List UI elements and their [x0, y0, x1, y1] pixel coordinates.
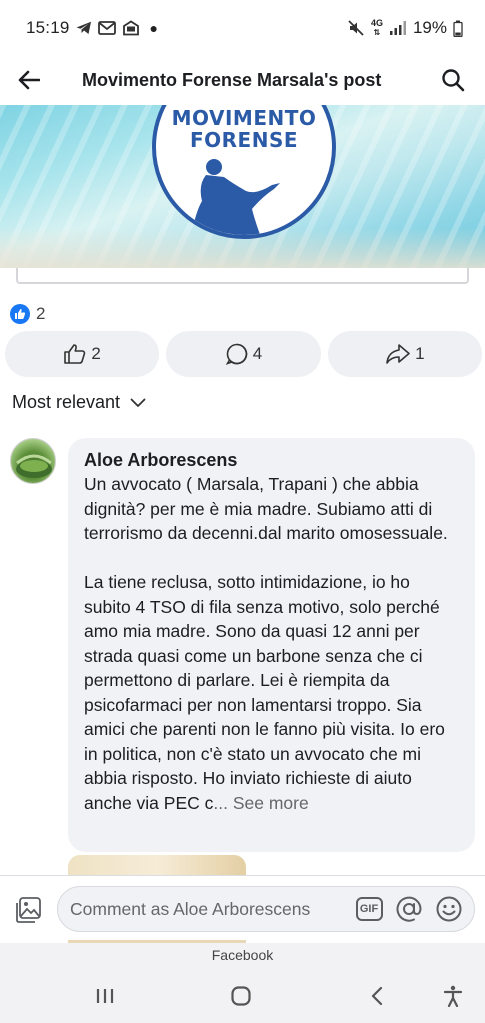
comment-bubble[interactable]: Aloe Arborescens Un avvocato ( Marsala, …	[68, 438, 475, 852]
like-button[interactable]: 2	[5, 331, 160, 377]
page-title: Movimento Forense Marsala's post	[82, 69, 382, 90]
notification-dot-icon: ●	[149, 20, 159, 36]
comment-composer: Comment as Aloe Arborescens GIF	[0, 875, 485, 943]
search-button[interactable]	[431, 56, 475, 104]
post-actions: 2 4 1	[5, 331, 482, 377]
gif-button[interactable]: GIF	[354, 894, 384, 924]
accessibility-button[interactable]	[433, 981, 473, 1011]
comment-button[interactable]: 4	[166, 331, 321, 377]
comment-count: 4	[252, 344, 263, 363]
home-icon	[231, 986, 251, 1006]
add-photo-button[interactable]	[12, 894, 44, 926]
system-app-label: Facebook	[211, 947, 274, 963]
status-right: 4G ⇅ 19%	[347, 18, 463, 38]
recent-apps-button[interactable]	[85, 981, 125, 1011]
network-type: 4G ⇅	[370, 18, 383, 38]
gif-icon: GIF	[355, 897, 383, 921]
back-button[interactable]	[0, 56, 58, 104]
comment-sort-dropdown[interactable]: Most relevant	[12, 392, 146, 413]
emoji-button[interactable]	[434, 894, 464, 924]
mute-icon	[347, 19, 365, 37]
comment-text: Un avvocato ( Marsala, Trapani ) che abb…	[84, 472, 461, 815]
logo-text-line2: FORENSE	[189, 128, 299, 152]
battery-percent: 19%	[412, 18, 447, 37]
share-icon	[386, 344, 410, 364]
back-arrow-icon	[18, 70, 40, 90]
comment-icon	[225, 343, 248, 365]
avatar[interactable]	[10, 438, 56, 484]
logo-figure-icon	[191, 159, 280, 235]
battery-icon	[453, 20, 463, 37]
comment-input[interactable]: Comment as Aloe Arborescens GIF	[57, 886, 475, 932]
movimento-forense-logo: MOVIMENTO FORENSE	[152, 105, 336, 239]
like-count: 2	[91, 344, 101, 363]
post-image[interactable]: MOVIMENTO FORENSE	[0, 105, 485, 268]
telegram-icon	[76, 21, 92, 35]
reaction-count: 2	[36, 304, 46, 323]
share-count: 1	[415, 344, 425, 363]
link-card-bottom	[16, 268, 469, 284]
data-arrows-icon: ⇅	[373, 28, 381, 37]
comment-ellipsis: ...	[213, 792, 228, 813]
comment-author[interactable]: Aloe Arborescens	[84, 449, 461, 471]
home-button[interactable]	[221, 981, 261, 1011]
accessibility-icon	[443, 985, 463, 1007]
status-bar: 15:19 ● 4G ⇅ 19%	[0, 0, 485, 56]
thumbs-up-icon	[64, 344, 86, 364]
comment-input-placeholder: Comment as Aloe Arborescens	[70, 898, 311, 919]
chevron-left-icon	[371, 986, 383, 1006]
status-left: 15:19 ●	[26, 18, 158, 38]
recent-apps-icon	[96, 989, 114, 1003]
network-type-label: 4G	[370, 18, 383, 28]
comment-paragraph-2: La tiene reclusa, sotto intimidazione, i…	[84, 570, 461, 815]
aloe-avatar-image	[16, 454, 52, 478]
mention-button[interactable]	[394, 894, 424, 924]
system-back-button[interactable]	[357, 981, 397, 1011]
app-header: Movimento Forense Marsala's post	[0, 56, 485, 104]
system-navigation-bar: Facebook	[0, 943, 485, 1023]
inbox-icon	[122, 20, 140, 36]
sort-label: Most relevant	[12, 392, 121, 412]
comment-paragraph-2-text: La tiene reclusa, sotto intimidazione, i…	[84, 572, 445, 813]
comment-paragraph-1: Un avvocato ( Marsala, Trapani ) che abb…	[84, 474, 448, 543]
status-time: 15:19	[26, 18, 70, 37]
photo-icon	[16, 897, 41, 923]
gmail-icon	[97, 21, 116, 35]
like-reaction-icon	[10, 304, 30, 324]
signal-icon	[389, 20, 407, 36]
see-more-link[interactable]: See more	[228, 793, 309, 813]
chevron-down-icon	[130, 398, 146, 407]
share-button[interactable]: 1	[327, 331, 482, 377]
logo-text-line1: MOVIMENTO	[171, 106, 317, 130]
search-icon	[442, 69, 465, 92]
at-sign-icon	[396, 896, 422, 922]
reaction-summary[interactable]: 2	[10, 304, 45, 324]
emoji-icon	[436, 896, 462, 922]
